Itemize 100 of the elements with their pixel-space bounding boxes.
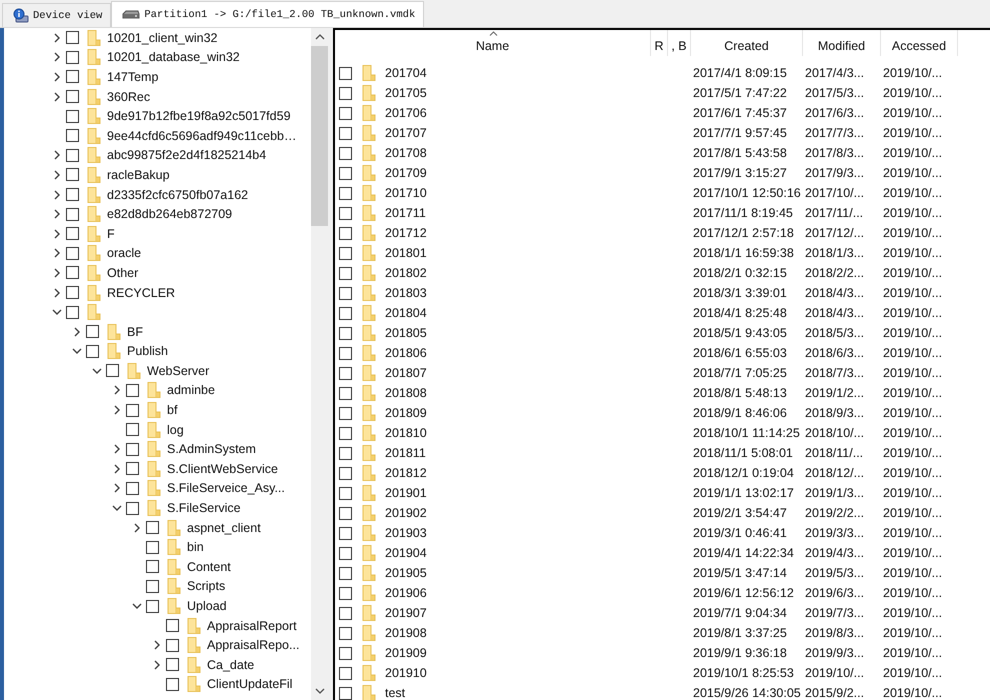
column-header[interactable]: Modified [803, 30, 881, 56]
file-name[interactable]: 201802 [385, 266, 427, 280]
checkbox[interactable] [339, 626, 352, 640]
checkbox[interactable] [339, 426, 352, 440]
folder-name[interactable]: Scripts [187, 579, 226, 594]
chevron-down-icon[interactable] [132, 601, 142, 612]
checkbox[interactable] [126, 502, 139, 515]
file-name[interactable]: 201708 [385, 146, 427, 160]
folder-name[interactable]: racleBakup [107, 168, 170, 182]
tab[interactable]: Partition1 -> G:/file1_2.00 TB_unknown.vmdk [111, 1, 424, 27]
chevron-right-icon[interactable] [112, 464, 122, 474]
checkbox[interactable] [146, 521, 159, 534]
file-name[interactable]: 201904 [385, 546, 427, 560]
folder-name[interactable]: RECYCLER [107, 286, 176, 300]
chevron-right-icon[interactable] [52, 92, 62, 102]
checkbox[interactable] [339, 186, 352, 200]
chevron-right-icon[interactable] [52, 288, 62, 298]
folder-name[interactable]: oracle [107, 246, 142, 260]
folder-name[interactable]: Publish [127, 344, 168, 358]
checkbox[interactable] [339, 266, 352, 280]
folder-name[interactable]: Upload [187, 599, 227, 614]
checkbox[interactable] [339, 86, 352, 100]
folder-name[interactable]: log [167, 422, 184, 437]
chevron-right-icon[interactable] [132, 522, 142, 533]
checkbox[interactable] [146, 580, 159, 593]
file-name[interactable]: 201704 [385, 66, 427, 80]
file-name[interactable]: 201810 [385, 426, 427, 440]
checkbox[interactable] [339, 366, 352, 380]
file-name[interactable]: 201811 [385, 446, 426, 460]
folder-name[interactable]: S.AdminSystem [167, 442, 256, 456]
checkbox[interactable] [339, 546, 352, 560]
folder-name[interactable]: S.FileServeice_Asy... [167, 481, 285, 496]
checkbox[interactable] [66, 129, 79, 142]
checkbox[interactable] [126, 442, 139, 456]
folder-name[interactable]: S.FileService [167, 501, 241, 516]
folder-name[interactable]: adminbe [167, 383, 215, 398]
checkbox[interactable] [106, 364, 119, 378]
checkbox[interactable] [66, 227, 79, 240]
file-name[interactable]: 201808 [385, 386, 427, 400]
chevron-right-icon[interactable] [52, 268, 62, 278]
checkbox[interactable] [339, 286, 352, 300]
checkbox[interactable] [66, 70, 79, 84]
checkbox[interactable] [86, 325, 99, 338]
file-name[interactable]: 201803 [385, 286, 427, 300]
checkbox[interactable] [66, 188, 79, 202]
checkbox[interactable] [339, 666, 352, 680]
folder-name[interactable]: Content [187, 560, 231, 574]
file-name[interactable]: 201705 [385, 86, 427, 100]
checkbox[interactable] [339, 166, 352, 180]
file-name[interactable]: 201905 [385, 566, 427, 580]
chevron-down-icon[interactable] [112, 503, 122, 514]
checkbox[interactable] [146, 600, 159, 613]
checkbox[interactable] [126, 384, 139, 397]
checkbox[interactable] [339, 66, 352, 80]
file-name[interactable]: test [385, 686, 406, 700]
checkbox[interactable] [339, 206, 352, 220]
checkbox[interactable] [339, 446, 352, 460]
checkbox[interactable] [339, 466, 352, 480]
scroll-down-icon[interactable] [314, 688, 324, 694]
folder-name[interactable]: Other [107, 266, 138, 280]
file-name[interactable]: 201902 [385, 506, 427, 520]
file-name[interactable]: 201908 [385, 626, 427, 640]
folder-name[interactable]: F [107, 226, 115, 241]
checkbox[interactable] [339, 646, 352, 660]
chevron-right-icon[interactable] [52, 32, 62, 43]
folder-name[interactable]: Ca_date [207, 658, 254, 672]
checkbox[interactable] [66, 208, 79, 221]
folder-name[interactable]: BF [127, 324, 143, 339]
folder-name[interactable]: bf [167, 403, 178, 418]
checkbox[interactable] [126, 404, 139, 417]
file-name[interactable]: 201801 [385, 246, 427, 260]
checkbox[interactable] [339, 146, 352, 160]
chevron-right-icon[interactable] [52, 190, 62, 200]
checkbox[interactable] [339, 226, 352, 240]
checkbox[interactable] [66, 90, 79, 104]
folder-name[interactable]: e82d8db264eb872709 [107, 207, 232, 222]
file-name[interactable]: 201707 [385, 126, 427, 140]
folder-name[interactable]: 10201_database_win32 [107, 50, 240, 64]
folder-name[interactable]: abc99875f2e2d4f1825214b4 [107, 148, 266, 162]
checkbox[interactable] [146, 560, 159, 574]
checkbox[interactable] [86, 344, 99, 358]
chevron-down-icon[interactable] [72, 346, 82, 356]
checkbox[interactable] [66, 286, 79, 300]
checkbox[interactable] [126, 423, 139, 436]
checkbox[interactable] [339, 106, 352, 120]
chevron-right-icon[interactable] [112, 444, 122, 454]
chevron-right-icon[interactable] [52, 209, 62, 220]
column-header[interactable]: Created [691, 30, 803, 56]
chevron-right-icon[interactable] [72, 326, 82, 337]
file-name[interactable]: 201706 [385, 106, 427, 120]
checkbox[interactable] [66, 246, 79, 260]
chevron-right-icon[interactable] [52, 72, 62, 82]
file-name[interactable]: 201711 [385, 206, 426, 220]
chevron-right-icon[interactable] [52, 52, 62, 62]
file-name[interactable]: 201812 [385, 466, 427, 480]
chevron-right-icon[interactable] [52, 248, 62, 258]
checkbox[interactable] [339, 346, 352, 360]
checkbox[interactable] [166, 619, 179, 632]
checkbox[interactable] [339, 566, 352, 580]
folder-name[interactable]: 9de917b12fbe19f8a92c5017fd59 [107, 109, 291, 124]
